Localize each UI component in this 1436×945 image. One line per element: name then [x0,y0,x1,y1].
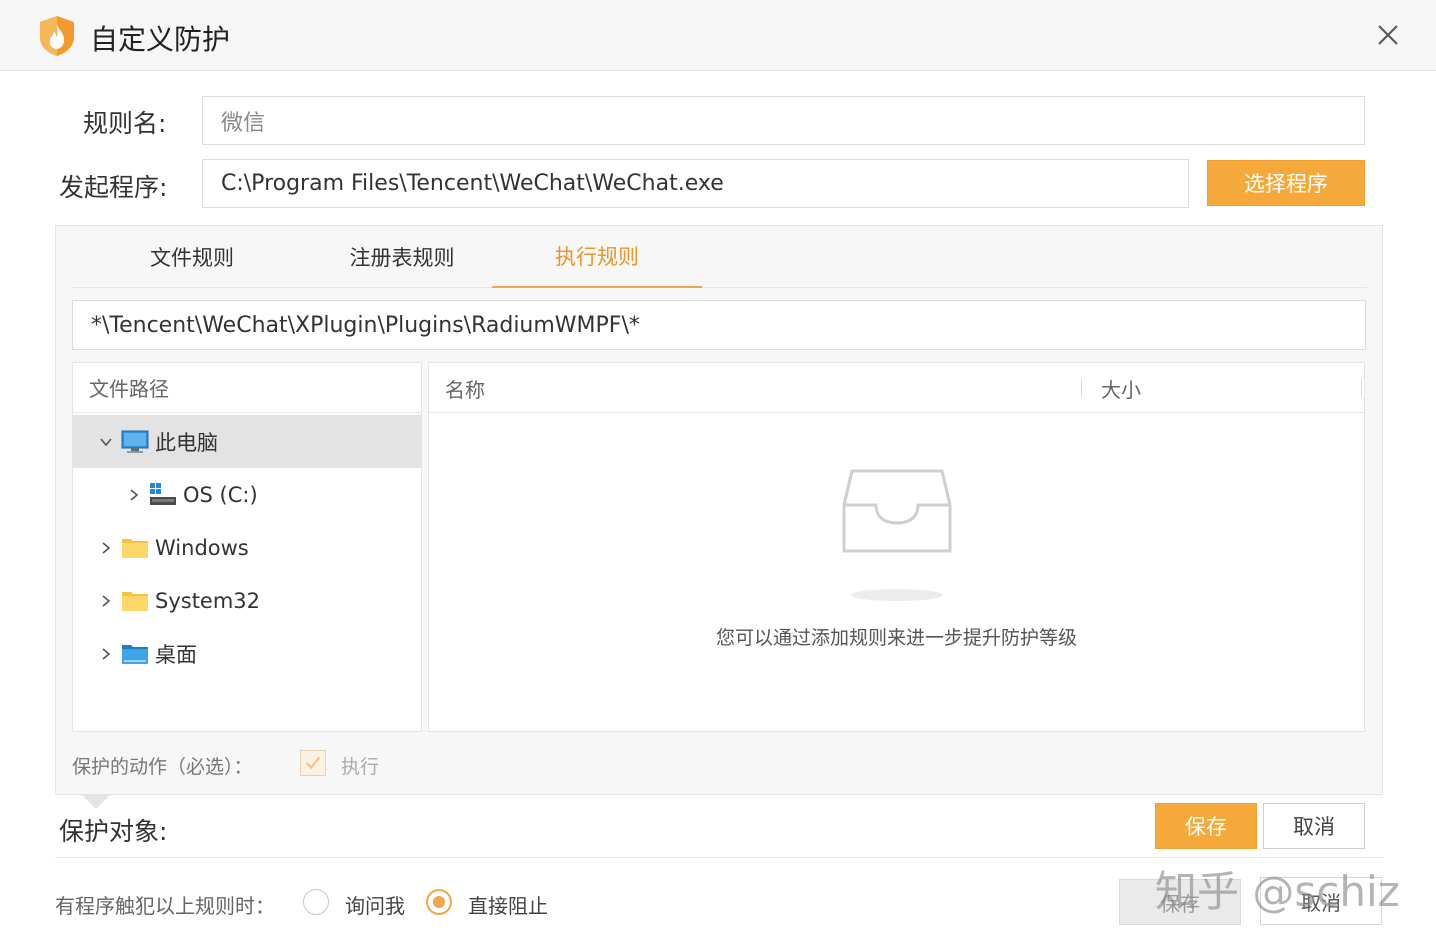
radio-block-directly[interactable] [426,889,452,915]
cancel-button[interactable]: 取消 [1263,803,1365,849]
tree-item-label: System32 [155,588,261,613]
tree-item-system32[interactable]: System32 [73,574,421,627]
tree-item-label: 桌面 [155,642,197,667]
execute-checkbox[interactable] [300,750,326,776]
rule-name-label: 规则名: [83,109,167,138]
action-label: 保护的动作（必选）： [72,756,253,778]
chevron-right-icon[interactable] [99,541,113,555]
computer-icon [121,430,149,453]
tab-file-rules[interactable]: 文件规则 [87,226,297,288]
tree-item-windows[interactable]: Windows [73,521,421,574]
column-size-header[interactable]: 大小 [1101,363,1141,413]
shield-flame-icon [40,16,74,56]
tab-registry-rules[interactable]: 注册表规则 [297,226,507,288]
chevron-down-icon[interactable] [99,435,113,449]
program-label: 发起程序: [59,173,168,202]
rule-name-input[interactable]: 微信 [202,96,1365,145]
desktop-folder-icon [122,644,148,664]
rule-pattern-input[interactable]: *\Tencent\WeChat\XPlugin\Plugins\RadiumW… [72,300,1366,350]
tree-item-label: OS (C:) [183,482,258,507]
column-separator[interactable] [1081,379,1082,397]
watermark-text: 知乎 @schiz [1155,867,1400,916]
tree-item-this-pc[interactable]: 此电脑 [73,415,421,468]
window-title: 自定义防护 [90,23,231,56]
select-program-button[interactable]: 选择程序 [1207,160,1365,206]
drive-icon [150,482,176,505]
tree-item-label: 此电脑 [155,430,218,455]
execute-checkbox-label[interactable]: 执行 [341,752,379,779]
protect-target-label: 保护对象: [59,817,168,846]
chevron-right-icon[interactable] [127,488,141,502]
tree-item-label: Windows [155,535,249,560]
rules-panel: 文件规则 注册表规则 执行规则 *\Tencent\WeChat\XPlugin… [55,225,1383,795]
list-header: 名称 大小 [429,363,1364,413]
panel-pointer [82,795,110,809]
empty-inbox-icon [842,469,952,601]
tree-header: 文件路径 [73,363,421,413]
file-path-tree: 文件路径 此电脑 OS (C:) Windows System32 桌面 [72,362,422,732]
empty-state-text: 您可以通过添加规则来进一步提升防护等级 [715,627,1077,649]
program-path-input[interactable]: C:\Program Files\Tencent\WeChat\WeChat.e… [202,159,1189,208]
radio-ask-me-label[interactable]: 询问我 [345,890,405,919]
folder-icon [122,591,148,611]
tab-execution-rules[interactable]: 执行规则 [492,226,702,288]
radio-ask-me[interactable] [303,889,329,915]
chevron-right-icon[interactable] [99,594,113,608]
rule-tabs: 文件规则 注册表规则 执行规则 [71,226,1367,288]
radio-block-directly-label[interactable]: 直接阻止 [468,890,548,919]
tree-item-desktop[interactable]: 桌面 [73,627,421,680]
tree-item-os-c[interactable]: OS (C:) [73,468,421,521]
title-bar: 自定义防护 [0,0,1436,71]
chevron-right-icon[interactable] [99,647,113,661]
folder-icon [122,538,148,558]
column-name-header[interactable]: 名称 [445,363,485,413]
file-list: 名称 大小 您可以通过添加规则来进一步提升防护等级 [428,362,1365,732]
column-separator[interactable] [1361,379,1362,397]
close-icon[interactable] [1368,18,1408,54]
save-button[interactable]: 保存 [1155,803,1257,849]
trigger-label: 有程序触犯以上规则时： [55,894,275,918]
